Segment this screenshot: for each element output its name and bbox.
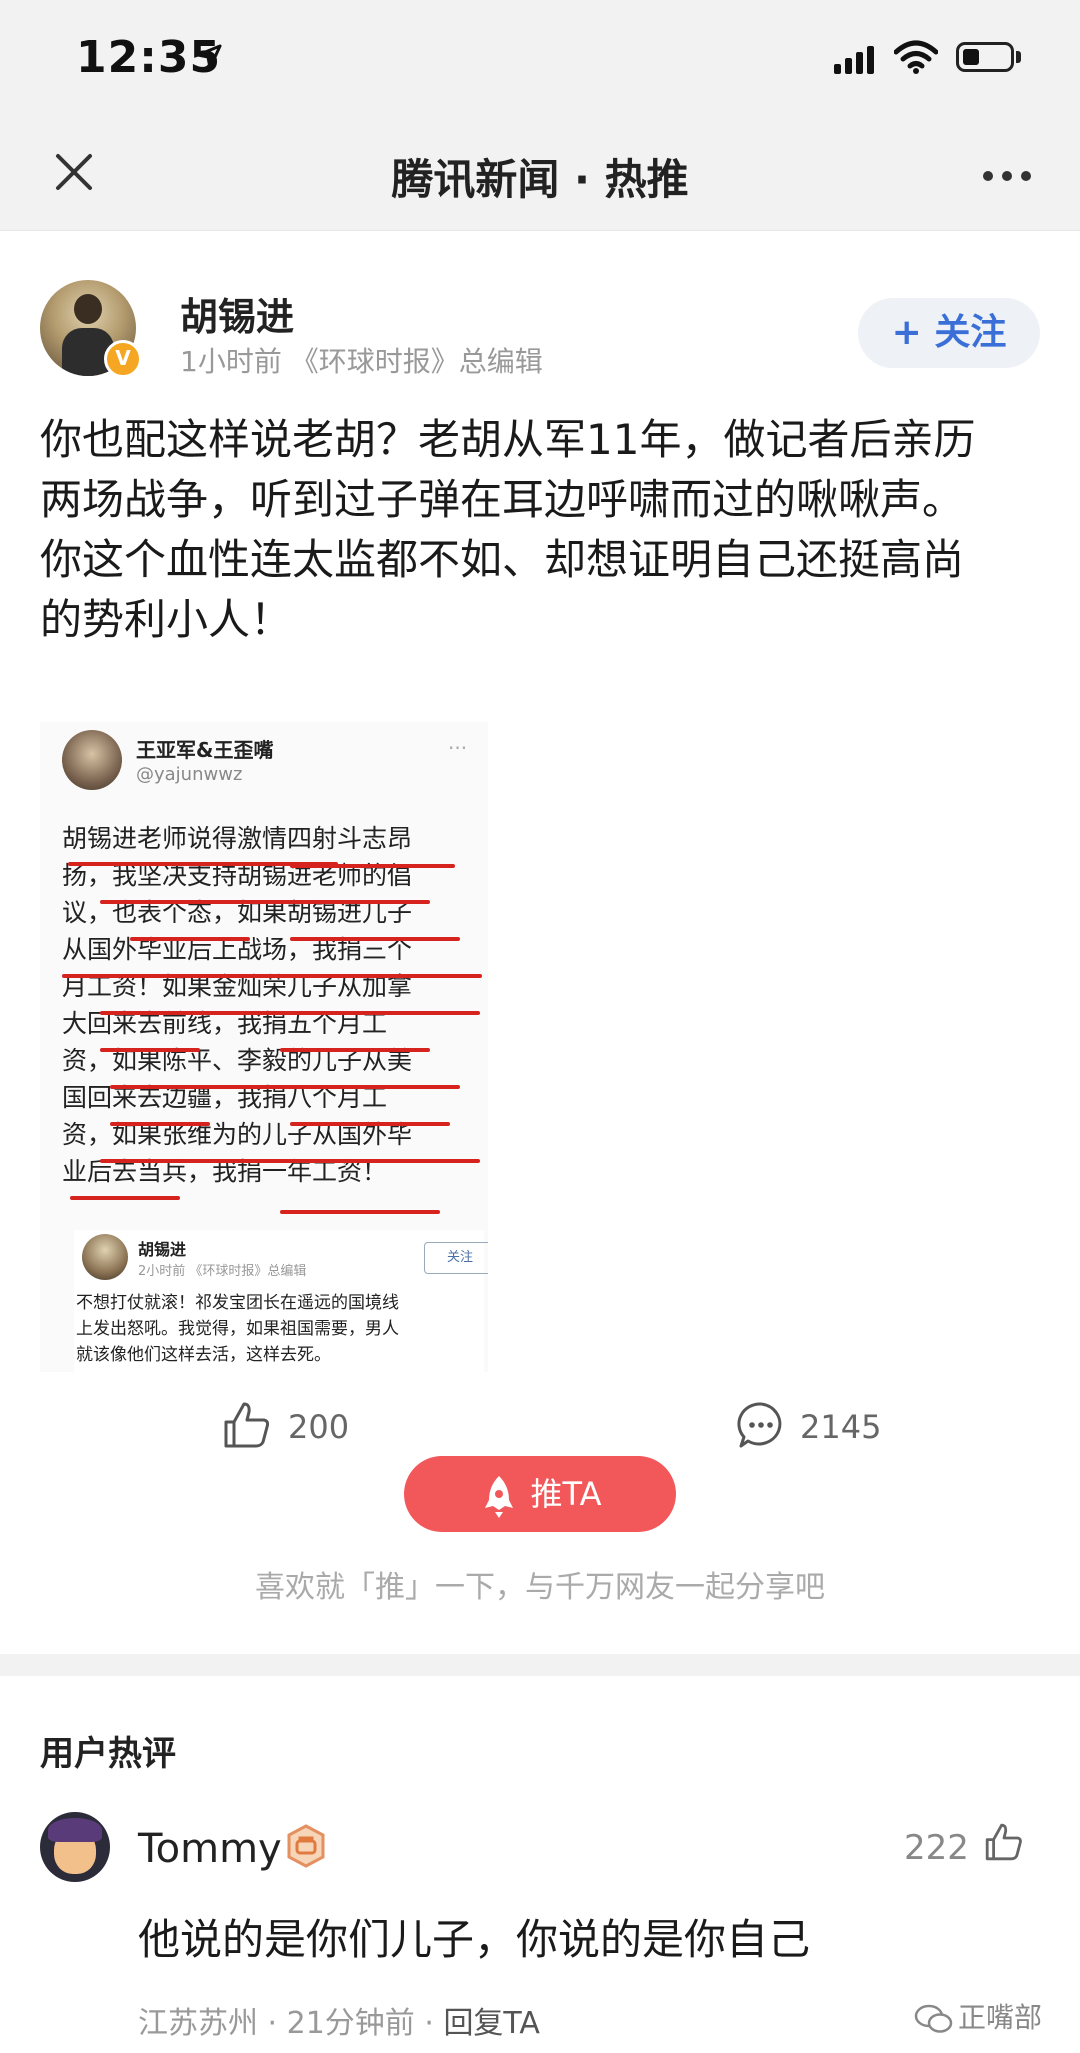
embedded-user-name: 王亚军&王歪嘴: [136, 738, 274, 762]
section-divider: [0, 1654, 1080, 1676]
wifi-icon: [894, 40, 938, 74]
quoted-text-line: 就该像他们这样去活，这样去死。: [76, 1345, 331, 1365]
post-image[interactable]: 王亚军&王歪嘴 @yajunwwz ··· 胡锡进老师说得激情四射斗志昂 扬，我…: [40, 722, 488, 1372]
post-text-line: 你这个血性连太监都不如、却想证明自己还挺高尚: [40, 535, 965, 584]
more-options-icon[interactable]: [982, 170, 1032, 182]
watermark-text: 正嘴部: [958, 2001, 1043, 2034]
red-underline: [100, 1159, 480, 1163]
comment-text: 他说的是你们儿子，你说的是你自己: [138, 1915, 811, 1964]
red-underline: [130, 937, 250, 941]
red-underline: [280, 1210, 440, 1214]
quoted-author: 胡锡进: [138, 1240, 187, 1259]
red-underline: [280, 1048, 430, 1052]
verified-badge-icon: V: [104, 340, 142, 378]
quoted-text-line: 上发出怒吼。我觉得，如果祖国需要，男人: [76, 1319, 399, 1339]
page-title: 腾讯新闻 · 热推: [391, 155, 689, 204]
rocket-icon: [484, 1476, 513, 1518]
post-text-line: 你也配这样说老胡？老胡从军11年，做记者后亲历: [40, 415, 976, 464]
comment-icon[interactable]: [736, 1400, 786, 1450]
red-underline: [110, 1085, 460, 1089]
red-underline: [70, 1196, 180, 1200]
post-text-line: 两场战争，听到过子弹在耳边呼啸而过的啾啾声。: [40, 475, 965, 524]
like-count: 200: [288, 1408, 350, 1446]
red-underline: [100, 1011, 480, 1015]
thumbs-up-icon[interactable]: [222, 1400, 272, 1450]
reply-button[interactable]: 回复TA: [443, 2006, 540, 2041]
embedded-quoted-card: 胡锡进 2小时前 《环球时报》总编辑 关注 不想打仗就滚！祁发宝团长在遥远的国境…: [74, 1230, 488, 1372]
quoted-text-line: 不想打仗就滚！祁发宝团长在遥远的国境线: [76, 1293, 399, 1313]
post-text-line: 的势利小人！: [40, 595, 293, 644]
watermark: 正嘴部: [914, 1996, 1042, 2036]
red-underline: [290, 864, 455, 868]
commenter-name[interactable]: Tommy: [138, 1826, 282, 1872]
cellular-signal-icon: [834, 46, 874, 74]
battery-icon: [956, 42, 1014, 72]
red-underline: [290, 937, 460, 941]
push-hint: 喜欢就「推」一下，与千万网友一起分享吧: [255, 1570, 825, 1605]
quoted-follow-label: 关注: [424, 1242, 488, 1274]
comment-time: 21分钟前: [286, 2006, 415, 2041]
comment-thumbs-up-icon[interactable]: [984, 1822, 1024, 1862]
quoted-meta: 2小时前 《环球时报》总编辑: [138, 1264, 307, 1279]
red-underline: [290, 1122, 450, 1126]
comment-location: 江苏苏州: [138, 2006, 258, 2041]
comment-meta: 江苏苏州 · 21分钟前 · 回复TA: [138, 2006, 540, 2041]
user-level-badge-icon: [287, 1824, 325, 1868]
wechat-icon: [914, 2004, 953, 2033]
embedded-avatar: [62, 730, 122, 790]
author-meta: 1小时前 《环球时报》总编辑: [180, 345, 543, 378]
comments-section-title: 用户热评: [40, 1734, 176, 1774]
push-button[interactable]: 推TA: [404, 1456, 676, 1532]
embedded-user-handle: @yajunwwz: [136, 764, 243, 785]
nav-bar: 腾讯新闻 · 热推: [0, 118, 1080, 231]
commenter-avatar[interactable]: [40, 1812, 110, 1882]
red-underline: [100, 900, 430, 904]
author-name[interactable]: 胡锡进: [180, 286, 294, 341]
red-underline: [62, 974, 482, 978]
push-label: 推TA: [530, 1475, 602, 1513]
quoted-text: 不想打仗就滚！祁发宝团长在遥远的国境线 上发出怒吼。我觉得，如果祖国需要，男人 …: [76, 1290, 476, 1368]
quoted-avatar: [82, 1234, 128, 1280]
embedded-text: 胡锡进老师说得激情四射斗志昂 扬，我坚决支持胡锡进老师的倡 议，也表个态，如果胡…: [62, 820, 482, 1190]
location-arrow-icon: [196, 44, 222, 70]
red-underline: [110, 1122, 210, 1126]
red-underline: [100, 1048, 200, 1052]
embedded-more-icon: ···: [448, 736, 468, 760]
embedded-text-line: 胡锡进老师说得激情四射斗志昂: [62, 824, 413, 853]
follow-button[interactable]: + 关注: [858, 298, 1040, 368]
status-bar: 12:35: [0, 0, 1080, 118]
comment-count: 2145: [800, 1408, 882, 1446]
comment-like-count: 222: [904, 1828, 969, 1868]
post-text: 你也配这样说老胡？老胡从军11年，做记者后亲历 两场战争，听到过子弹在耳边呼啸而…: [40, 410, 1050, 650]
